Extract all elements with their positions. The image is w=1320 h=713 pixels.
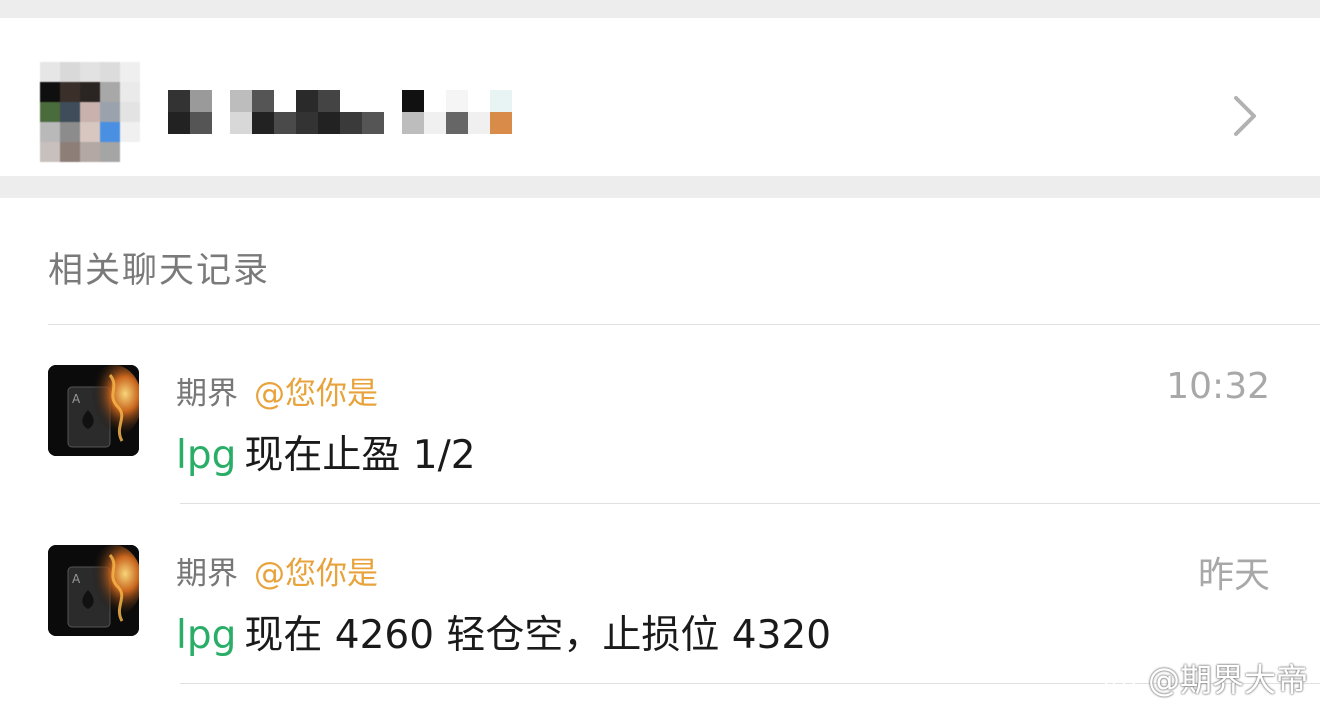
message-time: 10:32	[1166, 366, 1270, 407]
message-body: 现在止盈 1/2	[244, 433, 476, 478]
avatar: A	[48, 545, 139, 636]
group-chat-entry[interactable]	[0, 18, 1320, 176]
group-name-redacted	[168, 80, 512, 144]
sender-name: 期界	[176, 376, 238, 412]
highlight-keyword: lpg	[176, 613, 237, 658]
weibo-watermark: @期界大帝	[1104, 655, 1308, 701]
svg-text:A: A	[72, 392, 81, 406]
message-text: lpg 现在止盈 1/2	[176, 424, 476, 480]
weibo-icon	[1104, 664, 1140, 694]
mention: @您你是	[254, 376, 378, 412]
chevron-right-icon[interactable]	[1226, 92, 1266, 140]
message-text: lpg 现在 4260 轻仓空，止损位 4320	[176, 604, 831, 660]
sender-row: 期界 @您你是	[176, 548, 378, 593]
message-body: 现在 4260 轻仓空，止损位 4320	[244, 613, 832, 658]
avatar: A	[48, 365, 139, 456]
svg-text:A: A	[72, 572, 81, 586]
related-chat-records: 相关聊天记录 A 期界 @您你是 10:32 lpg 现在止盈 1/2 A 期界…	[0, 198, 1320, 713]
watermark-text: @期界大帝	[1147, 661, 1308, 699]
section-title: 相关聊天记录	[48, 251, 271, 291]
mention: @您你是	[254, 556, 378, 592]
highlight-keyword: lpg	[176, 433, 237, 478]
section-gap	[0, 176, 1320, 198]
sender-row: 期界 @您你是	[176, 368, 378, 413]
chat-record-item[interactable]: A 期界 @您你是 10:32 lpg 现在止盈 1/2	[0, 324, 1320, 504]
message-time: 昨天	[1197, 555, 1270, 596]
group-avatar	[40, 62, 140, 162]
top-gap	[0, 0, 1320, 18]
sender-name: 期界	[176, 556, 238, 592]
